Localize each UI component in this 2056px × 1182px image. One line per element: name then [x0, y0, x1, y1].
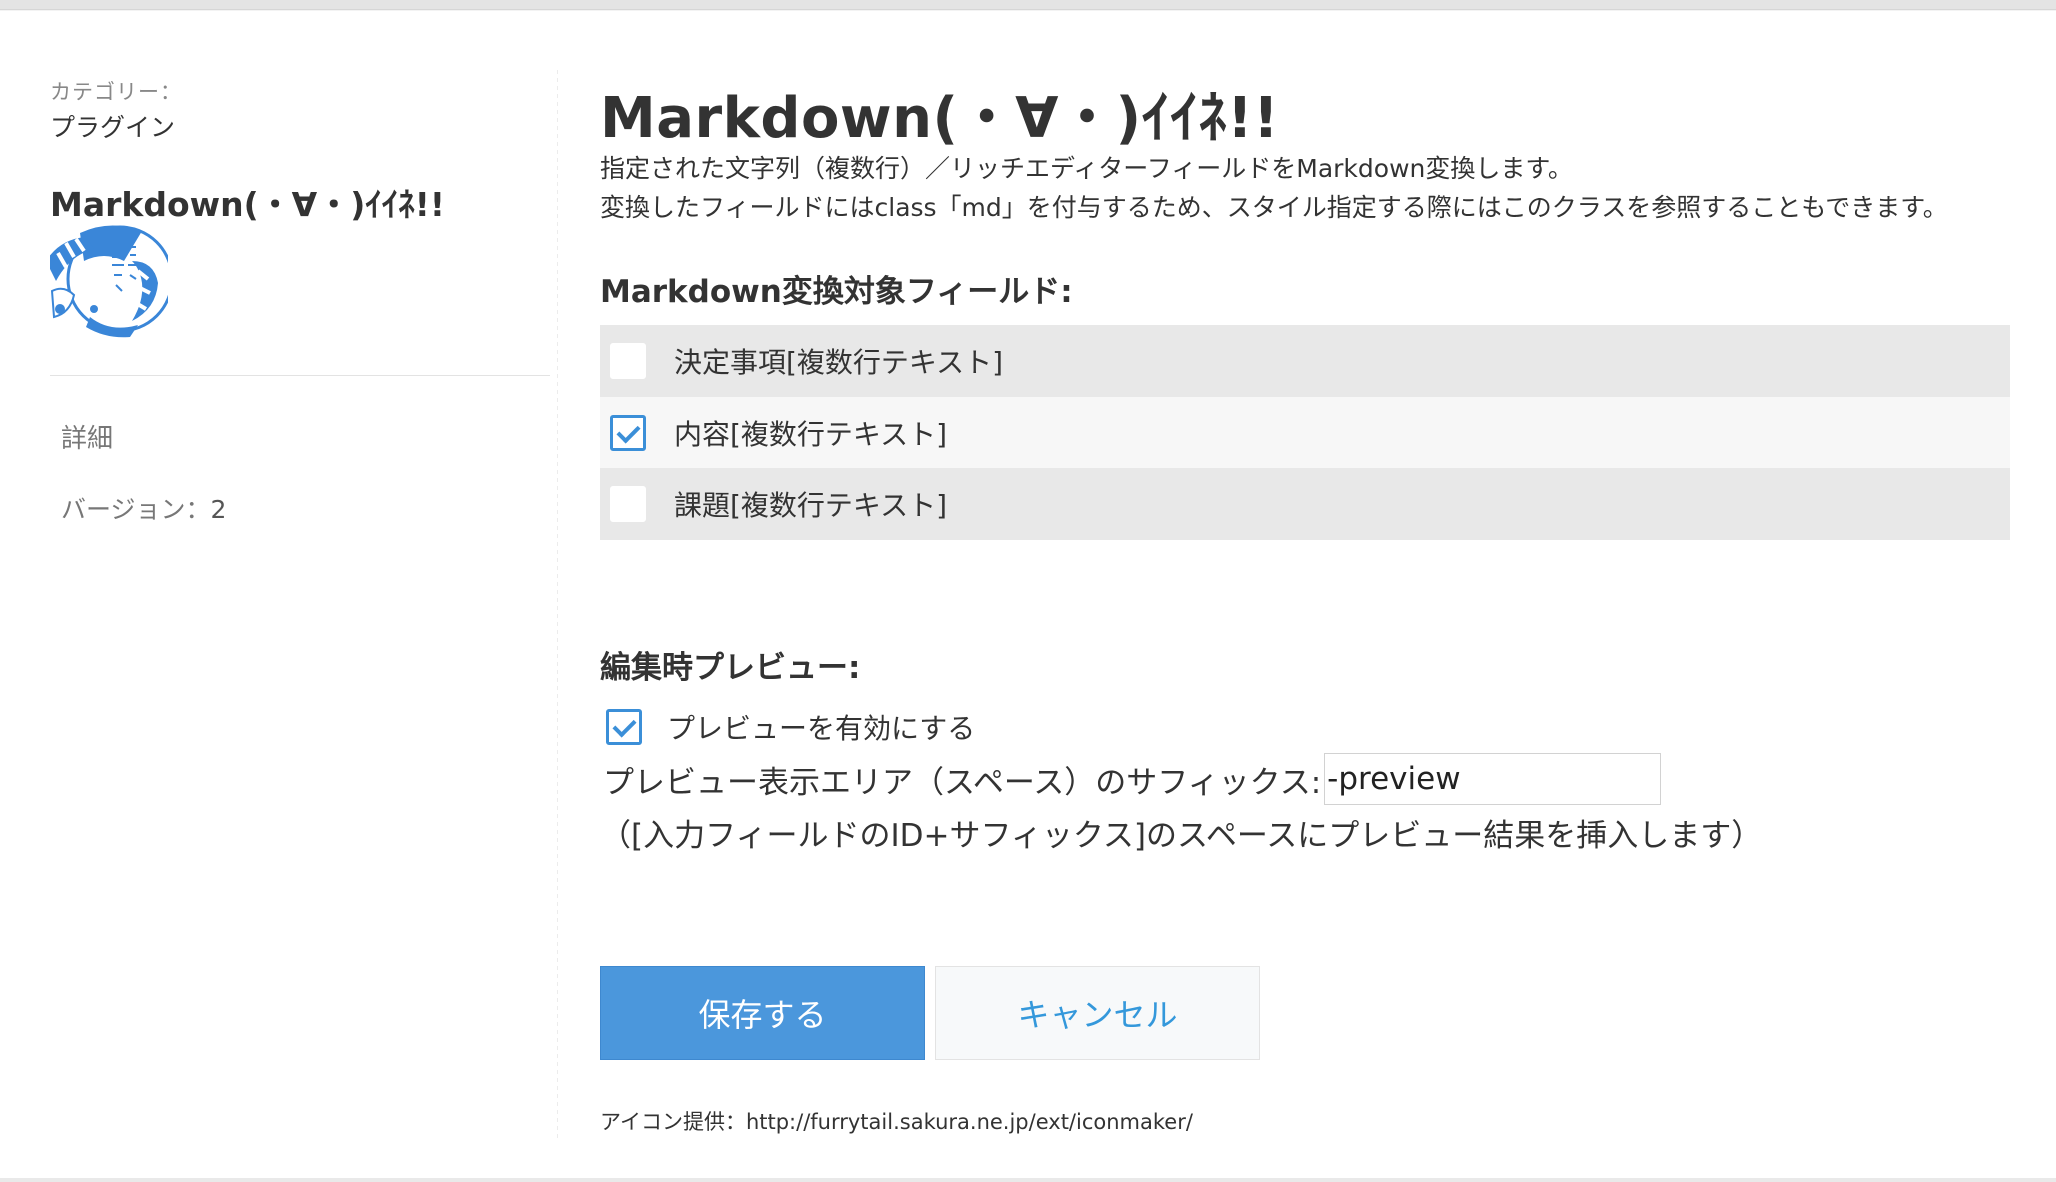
main-content: Markdown(・∀・)ｲｲﾈ!! 指定された文字列（複数行）／リッチエディタ… [600, 70, 2012, 1150]
field-label: 課題[複数行テキスト] [674, 489, 948, 522]
suffix-note: （[入力フィールドのID+サフィックス]のスペースにプレビュー結果を挿入します） [600, 818, 1763, 854]
description-line-2: 変換したフィールドにはclass「md」を付与するため、スタイル指定する際にはこ… [600, 193, 1948, 222]
fields-heading: Markdown変換対象フィールド: [600, 274, 1073, 310]
field-row-content[interactable]: 内容[複数行テキスト] [600, 397, 2010, 468]
description-line-1: 指定された文字列（複数行）／リッチエディターフィールドをMarkdown変換しま… [600, 154, 1573, 183]
category-label: カテゴリー： [50, 80, 182, 104]
cancel-button[interactable]: キャンセル [935, 966, 1260, 1060]
column-divider [557, 70, 558, 1138]
category-value: プラグイン [50, 113, 176, 142]
plugin-settings-window: カテゴリー： プラグイン Markdown(・∀・)ｲｲﾈ!! 詳細 バージョン… [0, 9, 2056, 1178]
markdown-character-icon [50, 221, 168, 339]
version-info: バージョン：2 [61, 490, 226, 526]
page-title: Markdown(・∀・)ｲｲﾈ!! [600, 86, 1280, 151]
preview-enable-checkbox[interactable] [606, 709, 642, 745]
suffix-label: プレビュー表示エリア（スペース）のサフィックス: [603, 764, 1322, 801]
field-checkbox-decisions[interactable] [610, 343, 646, 379]
preview-enable-label: プレビューを有効にする [667, 712, 976, 745]
field-checkbox-content[interactable] [610, 414, 646, 451]
sidebar-divider [50, 375, 550, 376]
preview-heading: 編集時プレビュー: [600, 650, 861, 686]
plugin-name: Markdown(・∀・)ｲｲﾈ!! [50, 185, 445, 224]
field-row-decisions[interactable]: 決定事項[複数行テキスト] [600, 325, 2010, 397]
window-top-bar [0, 0, 2056, 9]
field-label: 内容[複数行テキスト] [674, 417, 948, 451]
field-row-issues[interactable]: 課題[複数行テキスト] [600, 468, 2010, 540]
preview-enable-option[interactable]: プレビューを有効にする [606, 707, 975, 747]
suffix-input[interactable] [1324, 753, 1662, 805]
version-label: バージョン： [61, 495, 211, 524]
detail-label: 詳細 [61, 424, 114, 454]
save-button[interactable]: 保存する [600, 966, 925, 1060]
suffix-row: プレビュー表示エリア（スペース）のサフィックス: [603, 751, 1662, 807]
field-checkbox-issues[interactable] [610, 486, 646, 522]
version-value: 2 [210, 495, 227, 524]
field-label: 決定事項[複数行テキスト] [674, 346, 1004, 379]
icon-credit: アイコン提供：http://furrytail.sakura.ne.jp/ext… [600, 1110, 1193, 1134]
field-checkbox-list: 決定事項[複数行テキスト] 内容[複数行テキスト] 課題[複数行テキスト] [600, 325, 2010, 540]
